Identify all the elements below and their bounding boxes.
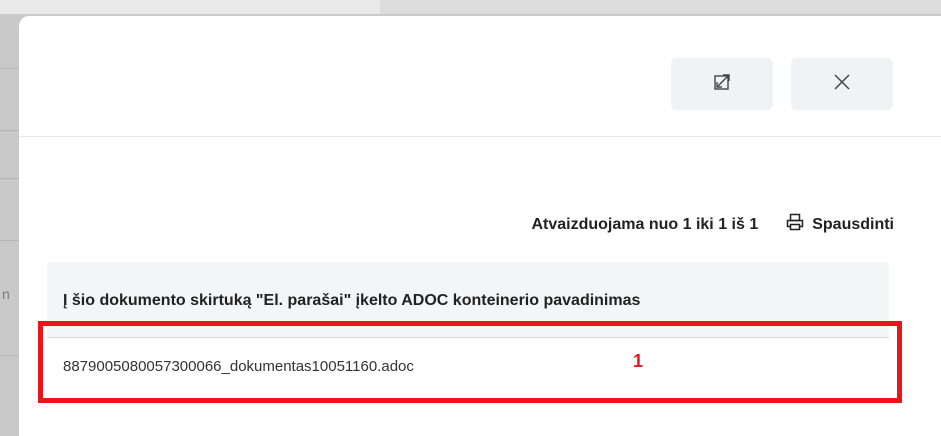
backdrop-divider bbox=[0, 355, 20, 356]
printer-icon bbox=[786, 213, 812, 236]
annotation-marker: 1 bbox=[633, 351, 644, 371]
print-button-label: Spausdinti bbox=[812, 215, 894, 233]
close-button[interactable] bbox=[791, 58, 893, 110]
header-divider bbox=[19, 136, 941, 137]
highlight-box bbox=[38, 321, 902, 403]
backdrop-divider bbox=[0, 178, 20, 179]
backdrop-top-bar-left bbox=[0, 0, 380, 14]
expand-button[interactable] bbox=[671, 58, 773, 110]
backdrop-divider bbox=[0, 130, 20, 131]
pagination-summary: Atvaizduojama nuo 1 iki 1 iš 1 bbox=[531, 215, 759, 233]
print-button[interactable]: Spausdinti bbox=[786, 213, 894, 236]
table-toolbar: Atvaizduojama nuo 1 iki 1 iš 1 Spausdint… bbox=[531, 213, 894, 236]
backdrop-divider bbox=[0, 68, 20, 69]
backdrop-partial-text: n bbox=[2, 286, 10, 302]
close-icon bbox=[833, 73, 851, 96]
expand-icon bbox=[713, 73, 731, 96]
backdrop-divider bbox=[0, 240, 20, 241]
